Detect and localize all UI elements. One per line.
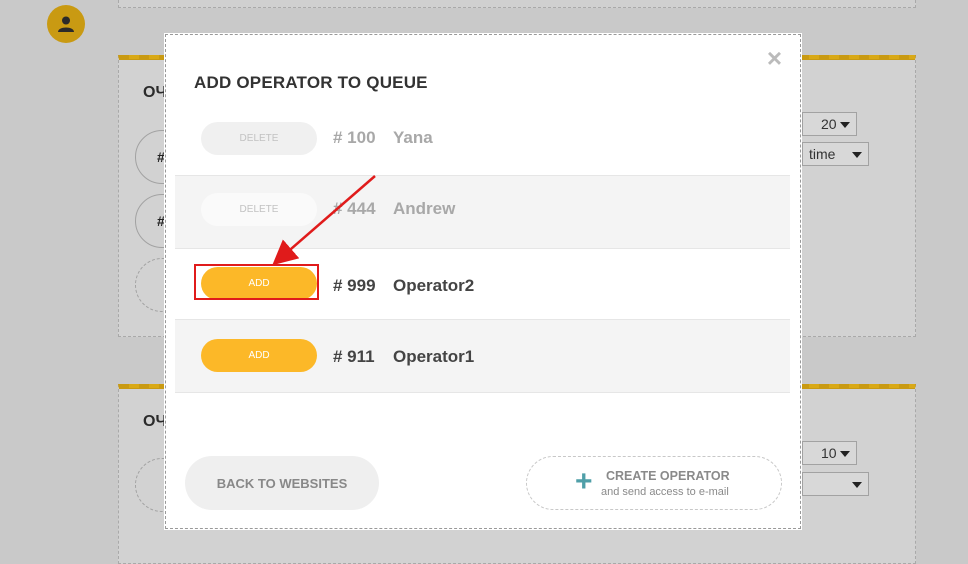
back-to-websites-button[interactable]: BACK TO WEBSITES <box>185 456 379 510</box>
background-sort-select-1[interactable]: time <box>802 142 869 166</box>
background-top-strip <box>118 0 916 8</box>
background-count-select-2[interactable]: 10 <box>802 441 857 465</box>
create-operator-sublabel: and send access to e-mail <box>601 486 729 498</box>
user-icon <box>58 16 74 32</box>
create-operator-label: CREATE OPERATOR <box>606 469 730 483</box>
chevron-down-icon <box>840 122 850 128</box>
create-operator-button[interactable]: + CREATE OPERATOR and send access to e-m… <box>526 456 782 510</box>
plus-icon: + <box>575 465 593 498</box>
background-count-select-1[interactable]: 20 <box>802 112 857 136</box>
user-avatar[interactable] <box>47 5 85 43</box>
chevron-down-icon <box>852 482 862 488</box>
chevron-down-icon <box>840 451 850 457</box>
chevron-down-icon <box>852 152 862 158</box>
add-operator-modal: × ADD OPERATOR TO QUEUE DELETE # 100 Yan… <box>164 33 802 530</box>
background-sort-select-2[interactable] <box>802 472 869 496</box>
